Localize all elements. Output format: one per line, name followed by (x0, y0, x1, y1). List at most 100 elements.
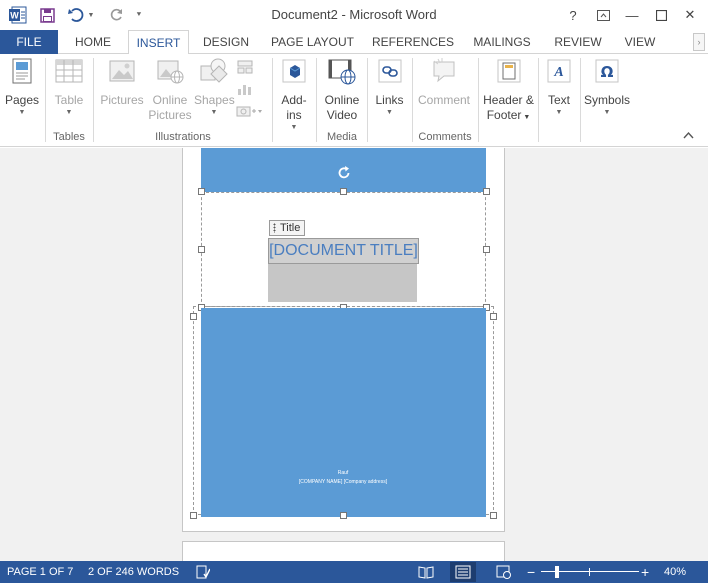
title-content-control-tag[interactable]: Title (269, 220, 306, 236)
symbols-button[interactable]: Ω Symbols ▼ (583, 56, 631, 117)
zoom-out-button[interactable]: − (527, 561, 535, 583)
online-video-label-line1: Online (324, 93, 360, 107)
drag-grip-icon[interactable] (273, 223, 276, 233)
subtitle-placeholder[interactable] (268, 264, 417, 302)
zoom-slider-thumb[interactable] (555, 566, 559, 578)
resize-handle[interactable] (490, 512, 497, 519)
svg-text:A: A (553, 65, 563, 80)
zoom-slider-center-mark (589, 568, 590, 576)
resize-handle[interactable] (190, 512, 197, 519)
undo-dropdown-icon[interactable]: ▼ (86, 5, 96, 25)
pages-label: Pages (4, 93, 40, 107)
pictures-label: Pictures (100, 93, 144, 107)
pages-button[interactable]: Pages ▼ (3, 56, 41, 117)
svg-text:Ω: Ω (601, 63, 614, 81)
tab-home[interactable]: HOME (64, 30, 122, 54)
resize-handle[interactable] (483, 188, 490, 195)
zoom-in-button[interactable]: + (641, 561, 649, 583)
screenshot-icon[interactable] (236, 104, 264, 121)
tab-page-layout[interactable]: PAGE LAYOUT (264, 30, 361, 54)
text-label: Text (547, 93, 570, 107)
cover-bottom-block[interactable] (201, 308, 486, 517)
minimize-button[interactable]: — (618, 3, 646, 27)
header-footer-button[interactable]: Header & Footer ▼ (480, 56, 537, 125)
resize-handle[interactable] (190, 313, 197, 320)
tab-view[interactable]: VIEW (618, 30, 662, 54)
comment-label: Comment (417, 93, 470, 107)
pictures-icon (98, 56, 146, 90)
tab-references[interactable]: REFERENCES (370, 30, 456, 54)
help-button[interactable]: ? (559, 3, 587, 27)
tab-design[interactable]: DESIGN (196, 30, 256, 54)
shapes-icon (194, 56, 234, 90)
online-video-button[interactable]: Online Video (319, 56, 365, 123)
tab-review[interactable]: REVIEW (548, 30, 608, 54)
read-mode-icon[interactable] (418, 565, 434, 579)
tab-scroll-right-icon[interactable]: › (693, 33, 705, 51)
shapes-button[interactable]: Shapes ▼ (194, 56, 235, 117)
resize-handle[interactable] (198, 188, 205, 195)
table-dropdown-icon: ▼ (65, 109, 73, 116)
group-separator (412, 58, 413, 142)
online-pictures-button[interactable]: Online Pictures (146, 56, 194, 123)
close-button[interactable]: ✕ (676, 3, 704, 27)
page-count[interactable]: PAGE 1 OF 7 (7, 561, 73, 583)
resize-handle[interactable] (483, 246, 490, 253)
resize-handle[interactable] (490, 313, 497, 320)
table-label: Table (54, 93, 84, 107)
comment-icon (414, 56, 474, 90)
shapes-label: Shapes (194, 93, 235, 107)
proofing-icon[interactable] (196, 565, 211, 579)
tab-insert[interactable]: INSERT (128, 30, 189, 55)
maximize-icon[interactable] (647, 3, 675, 27)
resize-handle[interactable] (340, 188, 347, 195)
page-2[interactable] (182, 541, 505, 561)
group-separator (367, 58, 368, 142)
text-icon: A (541, 56, 577, 90)
tab-mailings[interactable]: MAILINGS (466, 30, 538, 54)
pages-dropdown-icon: ▼ (18, 109, 26, 116)
zoom-level[interactable]: 40% (664, 561, 686, 583)
header-footer-icon (480, 56, 537, 90)
resize-handle[interactable] (340, 512, 347, 519)
undo-icon[interactable] (66, 5, 86, 25)
addins-button[interactable]: Add- ins ▼ (276, 56, 312, 132)
title-bar: W ▼ ⯆ Document2 - Microsoft Word ? — ✕ (0, 0, 708, 30)
author-text[interactable]: Rauf (201, 470, 485, 476)
company-text[interactable]: [COMPANY NAME] [Company address] (201, 479, 485, 485)
addins-icon (276, 56, 312, 90)
resize-handle[interactable] (198, 246, 205, 253)
save-icon[interactable] (37, 5, 57, 25)
links-button[interactable]: Links ▼ (371, 56, 408, 117)
online-video-icon (319, 56, 365, 90)
table-button[interactable]: Table ▼ (50, 56, 88, 117)
print-layout-icon[interactable] (450, 562, 476, 582)
links-icon (371, 56, 408, 90)
group-separator (316, 58, 317, 142)
customize-toolbar-icon[interactable]: ⯆ (133, 5, 145, 25)
chart-icon[interactable] (237, 82, 257, 99)
rotate-handle-icon[interactable] (336, 165, 352, 181)
collapse-ribbon-icon[interactable] (683, 130, 694, 142)
group-label-media: Media (327, 131, 357, 143)
text-button[interactable]: A Text ▼ (541, 56, 577, 117)
table-icon (50, 56, 88, 90)
online-pictures-icon (146, 56, 194, 90)
word-logo-icon: W (8, 5, 28, 25)
document-title-field[interactable]: [DOCUMENT TITLE] (268, 238, 419, 264)
word-count[interactable]: 2 OF 246 WORDS (88, 561, 179, 583)
document-area[interactable]: Title [DOCUMENT TITLE] Rauf [COMPANY NAM… (0, 148, 708, 561)
smartart-icon[interactable] (237, 60, 257, 77)
redo-icon[interactable] (106, 5, 126, 25)
cover-page[interactable]: Title [DOCUMENT TITLE] Rauf [COMPANY NAM… (182, 148, 505, 532)
tab-file[interactable]: FILE (0, 30, 58, 54)
group-label-illustrations: Illustrations (155, 131, 211, 143)
group-separator (272, 58, 273, 142)
title-tag-label: Title (280, 222, 301, 234)
pictures-button[interactable]: Pictures (98, 56, 146, 108)
comment-button[interactable]: Comment (414, 56, 474, 108)
ribbon-display-options-icon[interactable] (589, 3, 617, 27)
web-layout-icon[interactable] (496, 565, 512, 579)
header-footer-label-line2: Footer (486, 108, 522, 122)
header-footer-label-line1: Header & (483, 93, 534, 107)
